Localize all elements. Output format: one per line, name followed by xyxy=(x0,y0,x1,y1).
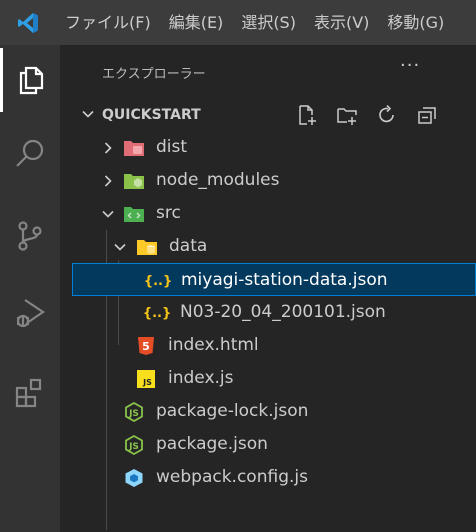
tree-item-package-json[interactable]: JS package.json xyxy=(60,428,476,461)
tree-item-index-html[interactable]: 5 index.html xyxy=(60,329,476,362)
new-folder-icon[interactable] xyxy=(334,102,360,128)
folder-src-icon xyxy=(123,204,145,224)
nodejs-icon: JS xyxy=(123,402,145,422)
tree-item-n03-json[interactable]: {..} N03-20_04_200101.json xyxy=(60,296,476,329)
tree-item-label: N03-20_04_200101.json xyxy=(180,302,386,322)
tree-item-label: data xyxy=(169,236,208,256)
folder-dist-icon xyxy=(123,138,145,158)
tree-item-index-js[interactable]: JS index.js xyxy=(60,362,476,395)
json-icon: {..} xyxy=(142,305,172,321)
explorer-icon[interactable] xyxy=(0,48,60,112)
menu-file[interactable]: ファイル(F) xyxy=(56,0,160,45)
extensions-icon[interactable] xyxy=(0,361,60,425)
run-debug-icon[interactable] xyxy=(0,281,60,345)
tree-item-label: dist xyxy=(156,137,188,157)
menu-view[interactable]: 表示(V) xyxy=(305,0,378,45)
tree-item-label: webpack.config.js xyxy=(156,467,308,487)
collapse-all-icon[interactable] xyxy=(414,102,440,128)
json-icon: {..} xyxy=(143,273,173,289)
javascript-icon-text: JS xyxy=(142,378,152,387)
tree-item-node-modules[interactable]: node_modules xyxy=(60,164,476,197)
folder-node-icon xyxy=(123,171,145,191)
vscode-logo-icon xyxy=(0,0,56,45)
explorer-sidebar: エクスプローラー ··· QUICKSTART dist node_module… xyxy=(60,45,476,532)
search-icon[interactable] xyxy=(0,122,60,186)
tree-item-dist[interactable]: dist xyxy=(60,131,476,164)
menu-edit[interactable]: 編集(E) xyxy=(160,0,233,45)
tree-item-label: node_modules xyxy=(156,170,280,190)
workspace-title: QUICKSTART xyxy=(102,107,201,123)
chevron-down-icon xyxy=(112,239,128,259)
source-control-icon[interactable] xyxy=(0,204,60,268)
tree-item-label: index.html xyxy=(168,335,259,355)
html5-icon-text: 5 xyxy=(142,340,150,353)
chevron-right-icon xyxy=(100,140,116,160)
chevron-down-icon xyxy=(80,106,96,126)
menu-selection[interactable]: 選択(S) xyxy=(232,0,305,45)
tree-item-label: index.js xyxy=(168,368,234,388)
sidebar-title: エクスプローラー xyxy=(102,67,206,82)
tree-item-package-lock-json[interactable]: JS package-lock.json xyxy=(60,395,476,428)
tree-item-label: miyagi-station-data.json xyxy=(181,270,388,290)
svg-text:JS: JS xyxy=(128,409,139,419)
tree-item-webpack-config-js[interactable]: webpack.config.js xyxy=(60,461,476,494)
workspace-section-header[interactable]: QUICKSTART xyxy=(60,99,476,129)
javascript-icon: JS xyxy=(135,369,157,389)
section-actions xyxy=(294,102,440,128)
tree-item-src[interactable]: src xyxy=(60,197,476,230)
html5-icon: 5 xyxy=(135,336,157,356)
svg-text:JS: JS xyxy=(128,442,139,452)
chevron-right-icon xyxy=(100,173,116,193)
title-bar: ファイル(F) 編集(E) 選択(S) 表示(V) 移動(G) xyxy=(0,0,476,45)
menu-bar: ファイル(F) 編集(E) 選択(S) 表示(V) 移動(G) xyxy=(56,0,453,45)
tree-item-label: src xyxy=(156,203,181,223)
tree-item-data[interactable]: data xyxy=(60,230,476,263)
nodejs-icon: JS xyxy=(123,435,145,455)
new-file-icon[interactable] xyxy=(294,102,320,128)
refresh-icon[interactable] xyxy=(374,102,400,128)
webpack-icon xyxy=(123,468,145,488)
activity-bar xyxy=(0,45,60,532)
tree-item-miyagi-station-data-json[interactable]: {..} miyagi-station-data.json xyxy=(72,263,476,296)
menu-go[interactable]: 移動(G) xyxy=(378,0,453,45)
more-actions-icon[interactable]: ··· xyxy=(400,55,420,76)
tree-item-label: package-lock.json xyxy=(156,401,309,421)
tree-item-label: package.json xyxy=(156,434,268,454)
chevron-down-icon xyxy=(100,206,116,226)
folder-data-icon xyxy=(136,237,158,257)
